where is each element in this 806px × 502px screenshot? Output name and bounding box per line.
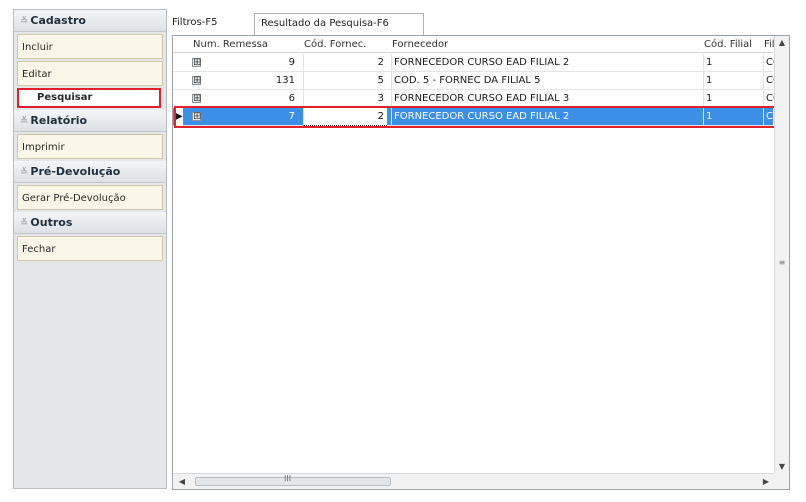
cell-cod-fornec[interactable]: 2	[303, 108, 387, 126]
horizontal-scrollbar[interactable]: ◀ III ▶	[173, 473, 775, 489]
table-row[interactable]: ⊞ 9 2 FORNECEDOR CURSO EAD FILIAL 2 1 CO	[173, 54, 775, 72]
results-grid: Num. Remessa Cód. Fornec. Fornecedor Cód…	[172, 35, 790, 490]
section-title: Pré-Devolução	[30, 165, 121, 178]
scroll-up-icon[interactable]: ▲	[775, 36, 789, 50]
section-header-outros[interactable]: ≚ Outros	[14, 212, 166, 234]
table-row[interactable]: ⊞ 6 3 FORNECEDOR CURSO EAD FILIAL 3 1 CO	[173, 90, 775, 108]
cell-cod-filial: 1	[703, 108, 761, 126]
column-header-num-remessa[interactable]: Num. Remessa	[193, 36, 268, 53]
cell-cod-fornec: 2	[303, 54, 387, 72]
cell-cod-filial: 1	[703, 72, 761, 90]
cell-cod-fornec: 3	[303, 90, 387, 108]
cell-num-remessa: 7	[288, 111, 295, 122]
cell-cod-filial: 1	[703, 90, 761, 108]
row-indicator-icon: ▶	[175, 108, 183, 126]
fechar-button[interactable]: Fechar	[17, 236, 163, 261]
vertical-scrollbar[interactable]: ▲ ≡ ▼	[774, 36, 789, 474]
section-header-relatorio[interactable]: ≚ Relatório	[14, 110, 166, 132]
chevron-down-icon: ≚	[20, 16, 29, 27]
section-relatorio: ≚ Relatório Imprimir	[14, 110, 166, 159]
grid-header: Num. Remessa Cód. Fornec. Fornecedor Cód…	[173, 36, 776, 53]
cell-cod-fornec: 5	[303, 72, 387, 90]
expand-icon[interactable]: ⊞	[192, 94, 201, 104]
cell-fornecedor: FORNECEDOR CURSO EAD FILIAL 2	[391, 54, 701, 72]
incluir-button[interactable]: Incluir	[17, 34, 163, 59]
section-title: Cadastro	[30, 14, 86, 27]
gerar-pre-devolucao-button[interactable]: Gerar Pré-Devolução	[17, 185, 163, 210]
cell-num-remessa: 131	[275, 75, 295, 86]
cell-cod-filial: 1	[703, 54, 761, 72]
section-header-cadastro[interactable]: ≚ Cadastro	[14, 10, 166, 32]
expand-icon[interactable]: ⊞	[192, 76, 201, 86]
sidebar: ≚ Cadastro Incluir Editar Pesquisar ≚ Rela…	[13, 9, 167, 489]
cell-fornecedor: COD. 5 - FORNEC DA FILIAL 5	[391, 72, 701, 90]
cell-num-remessa: 6	[288, 93, 295, 104]
scroll-thumb[interactable]: III	[195, 474, 391, 486]
table-row-selected[interactable]: ▶ ⊞ 7 2 FORNECEDOR CURSO EAD FILIAL 2 1 …	[173, 108, 775, 126]
pesquisar-button[interactable]: Pesquisar	[17, 88, 161, 108]
scroll-corner	[774, 473, 789, 489]
tab-filtros[interactable]: Filtros-F5	[172, 13, 248, 35]
scroll-grip-icon[interactable]: ≡	[778, 258, 786, 267]
section-cadastro: ≚ Cadastro Incluir Editar Pesquisar	[14, 10, 166, 108]
expand-icon[interactable]: ⊞	[192, 112, 201, 122]
tab-resultado-pesquisa[interactable]: Resultado da Pesquisa-F6	[254, 13, 424, 35]
scroll-down-icon[interactable]: ▼	[775, 460, 789, 474]
chevron-down-icon: ≚	[20, 218, 29, 229]
chevron-down-icon: ≚	[20, 116, 29, 127]
cell-fornecedor: FORNECEDOR CURSO EAD FILIAL 2	[391, 108, 701, 126]
scroll-grip-icon: III	[284, 474, 292, 483]
scroll-left-icon[interactable]: ◀	[175, 474, 189, 489]
cell-fornecedor: FORNECEDOR CURSO EAD FILIAL 3	[391, 90, 701, 108]
cell-num-remessa: 9	[288, 57, 295, 68]
section-pre-devolucao: ≚ Pré-Devolução Gerar Pré-Devolução	[14, 161, 166, 210]
section-title: Relatório	[30, 114, 88, 127]
editar-button[interactable]: Editar	[17, 61, 163, 86]
column-header-cod-fornec[interactable]: Cód. Fornec.	[304, 36, 366, 53]
section-header-pre-devolucao[interactable]: ≚ Pré-Devolução	[14, 161, 166, 183]
scroll-right-icon[interactable]: ▶	[759, 474, 773, 489]
section-outros: ≚ Outros Fechar	[14, 212, 166, 261]
imprimir-button[interactable]: Imprimir	[17, 134, 163, 159]
expand-icon[interactable]: ⊞	[192, 58, 201, 68]
chevron-down-icon: ≚	[20, 167, 29, 178]
section-title: Outros	[30, 216, 73, 229]
column-header-fornecedor[interactable]: Fornecedor	[392, 36, 448, 53]
table-row[interactable]: ⊞ 131 5 COD. 5 - FORNEC DA FILIAL 5 1 CO	[173, 72, 775, 90]
column-header-cod-filial[interactable]: Cód. Filial	[704, 36, 752, 53]
